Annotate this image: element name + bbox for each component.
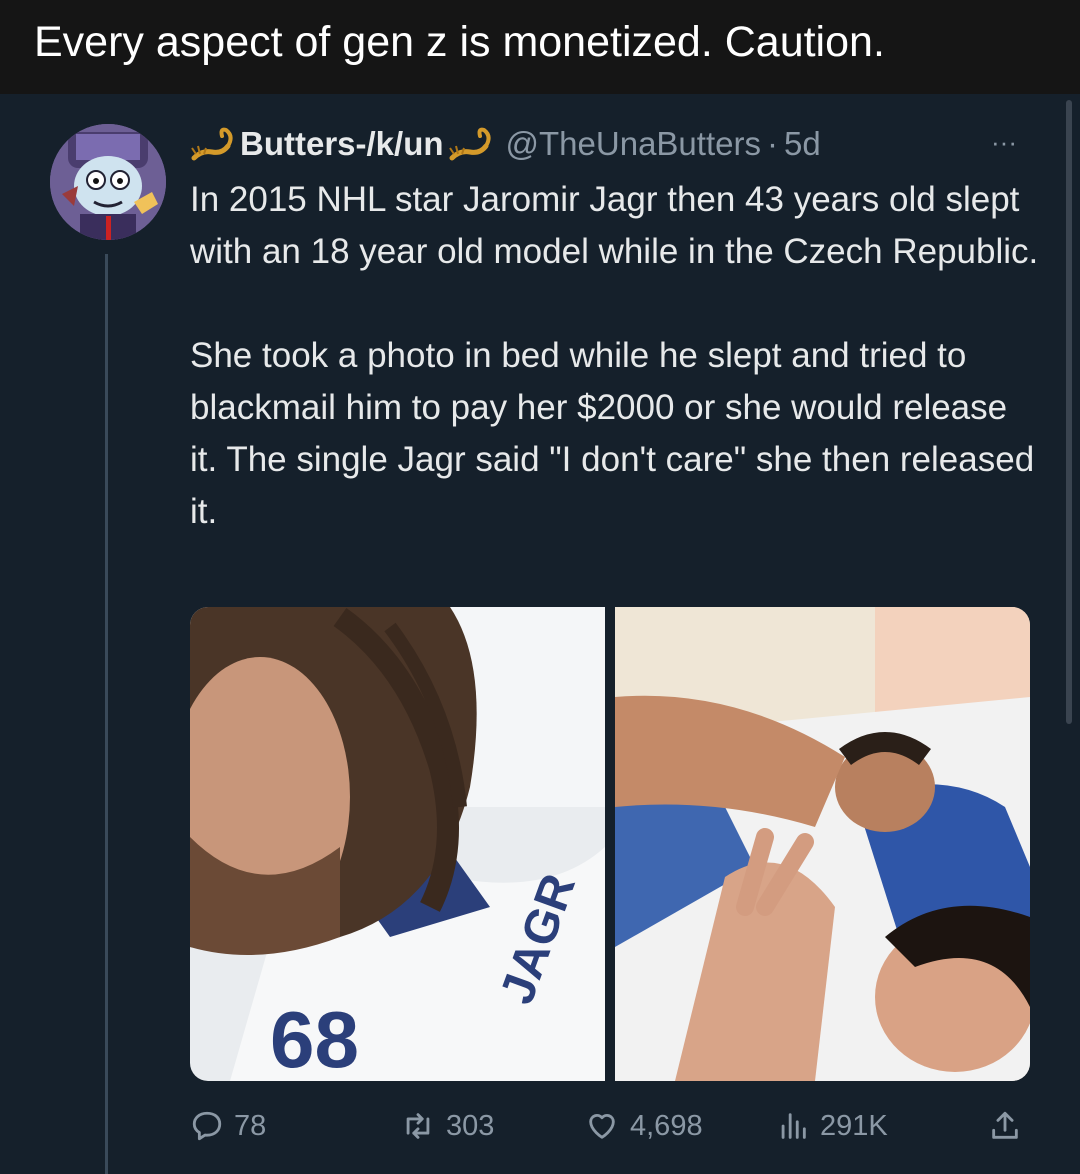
reply-button[interactable]: 78 [190, 1098, 266, 1154]
tweet-header: Butters-/k/un @TheUnaButters · 5d [190, 122, 821, 166]
action-bar: 78 303 4,698 291K [190, 1098, 1040, 1154]
scrollbar[interactable] [1066, 100, 1072, 724]
like-button[interactable]: 4,698 [584, 1098, 703, 1154]
like-count: 4,698 [630, 1109, 703, 1142]
reply-count: 78 [234, 1109, 267, 1142]
timestamp[interactable]: 5d [784, 125, 821, 163]
tweet-paragraph: She took a photo in bed while he slept a… [190, 336, 1035, 531]
separator-dot: · [766, 125, 778, 162]
views-icon [781, 1113, 806, 1139]
share-icon [992, 1111, 1018, 1139]
thread-line [105, 254, 108, 1174]
caption-text: Every aspect of gen z is monetized. Caut… [34, 18, 885, 66]
retweet-button[interactable]: 303 [400, 1098, 494, 1154]
retweet-count: 303 [446, 1109, 495, 1142]
display-name[interactable]: Butters-/k/un [240, 125, 444, 163]
media-photo-bed[interactable] [615, 607, 1030, 1081]
views-button[interactable]: 291K [776, 1098, 888, 1154]
svg-text:68: 68 [270, 995, 359, 1081]
tweet[interactable]: Butters-/k/un @TheUnaButters · 5d ··· In… [0, 94, 1080, 1174]
tweet-paragraph: In 2015 NHL star Jaromir Jagr then 43 ye… [190, 180, 1039, 271]
media-grid: 68 JAGR [190, 607, 1030, 1081]
reply-icon [192, 1111, 222, 1141]
share-button[interactable] [988, 1098, 1032, 1154]
media-photo-hockey-player[interactable]: 68 JAGR [190, 607, 605, 1081]
like-icon [589, 1114, 615, 1139]
handle[interactable]: @TheUnaButters [506, 125, 761, 163]
tweet-text: In 2015 NHL star Jaromir Jagr then 43 ye… [190, 174, 1040, 538]
retweet-icon [406, 1113, 430, 1139]
scorpion-emoji-icon [191, 127, 233, 161]
scorpion-emoji-icon [448, 127, 491, 161]
caption-bar: Every aspect of gen z is monetized. Caut… [0, 0, 1080, 94]
more-icon[interactable]: ··· [976, 124, 1032, 164]
views-count: 291K [820, 1109, 888, 1142]
avatar[interactable] [50, 124, 166, 240]
